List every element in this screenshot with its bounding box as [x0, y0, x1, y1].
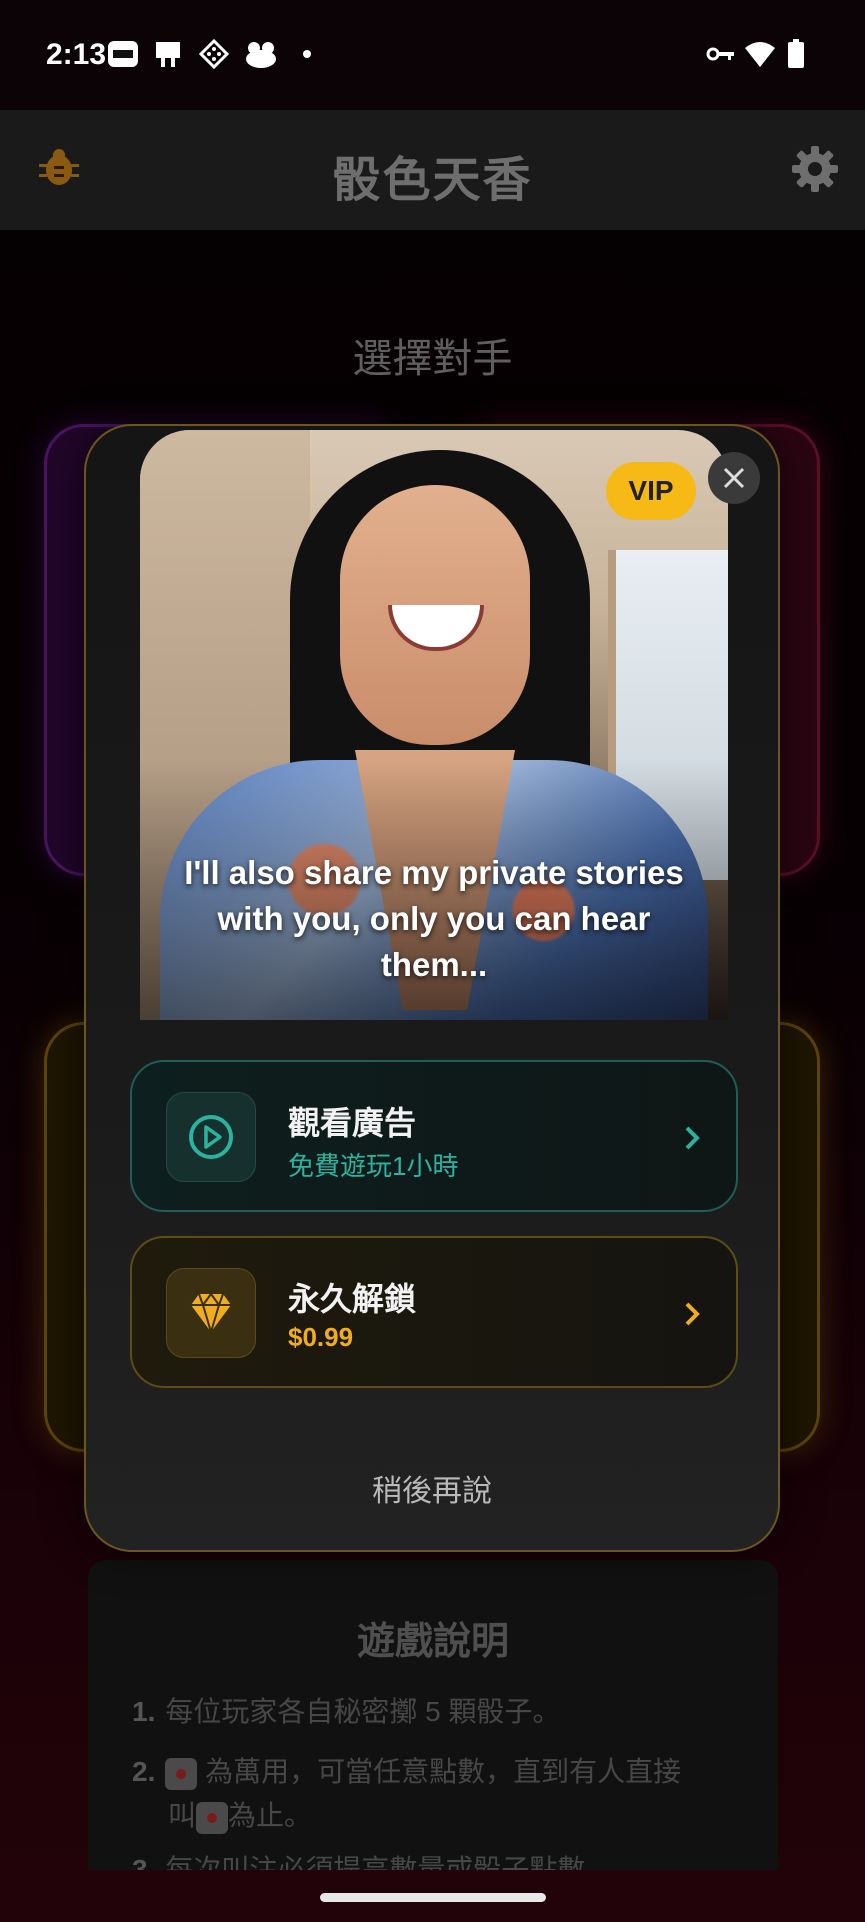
vip-unlock-dialog: I'll also share my private stories with …: [84, 424, 780, 1552]
diamond-icon: [166, 1268, 256, 1358]
rule-number: 2.: [132, 1756, 156, 1787]
battery-icon: [786, 39, 806, 68]
rule-text: 每位玩家各自秘密擲 5 顆骰子。: [165, 1696, 561, 1727]
unlock-label: 永久解鎖: [288, 1281, 417, 1317]
vpn-key-icon: [706, 40, 736, 68]
notification-book-icon: [152, 40, 184, 68]
status-time: 2:13: [46, 38, 107, 71]
rule-item: 2. 為萬用，可當任意點數，直到有人直接 叫為止。: [132, 1750, 752, 1838]
notification-toy-icon: [244, 40, 278, 68]
rules-title: 遊戲說明: [356, 1621, 509, 1663]
gear-icon[interactable]: [790, 144, 840, 194]
watch-ad-sub: 免費遊玩1小時: [288, 1151, 459, 1181]
rule-number: 3.: [132, 1854, 156, 1870]
maybe-later-button[interactable]: 稍後再說: [86, 1466, 778, 1510]
app-bar: 骰色天香: [0, 110, 865, 230]
dot-icon: [300, 40, 314, 68]
status-bar: 2:13: [0, 0, 865, 110]
close-button[interactable]: [708, 452, 760, 504]
notification-app-icon: [106, 40, 140, 68]
rule-number: 1.: [132, 1696, 156, 1727]
rule-item: 3. 每次叫注必須提高數量或骰子點數: [132, 1848, 752, 1870]
chevron-right-icon: [685, 1302, 700, 1326]
vip-badge: VIP: [606, 462, 696, 520]
rule-text: 為萬用，可當任意點數，直到有人直接: [205, 1756, 682, 1787]
gesture-bar[interactable]: [320, 1893, 546, 1902]
rule-text: 為止。: [228, 1800, 313, 1831]
watch-ad-option[interactable]: 觀看廣告 免費遊玩1小時: [130, 1060, 738, 1212]
unlock-price: $0.99: [288, 1322, 354, 1352]
screen: 2:13 骰色天香 選擇對手 遊戲說明 1. 每位玩家各自秘密擲 5 顆骰子。 …: [0, 0, 865, 1922]
watch-ad-label: 觀看廣告: [288, 1105, 417, 1141]
play-circle-icon: [166, 1092, 256, 1182]
rule-text: 叫: [168, 1800, 197, 1831]
close-icon: [723, 467, 745, 489]
wifi-icon: [744, 40, 776, 68]
game-rules-panel: 遊戲說明 1. 每位玩家各自秘密擲 5 顆骰子。 2. 為萬用，可當任意點數，直到…: [88, 1560, 778, 1870]
chevron-right-icon: [685, 1126, 700, 1150]
portrait-caption: I'll also share my private stories with …: [184, 854, 684, 983]
app-title: 骰色天香: [332, 154, 533, 207]
unlock-forever-option[interactable]: 永久解鎖 $0.99: [130, 1236, 738, 1388]
section-title: 選擇對手: [352, 337, 513, 381]
dice-icon: [196, 1801, 229, 1834]
rule-text: 每次叫注必須提高數量或骰子點數: [165, 1854, 586, 1870]
notification-game-icon: [198, 39, 230, 69]
rule-item: 1. 每位玩家各自秘密擲 5 顆骰子。: [132, 1690, 752, 1734]
dice-icon: [165, 1757, 198, 1790]
